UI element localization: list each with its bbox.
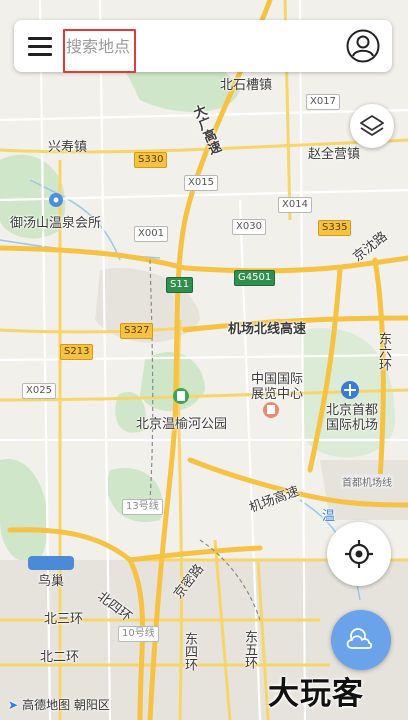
label-niaochao: 鸟巢 — [38, 574, 65, 589]
hamburger-icon — [28, 37, 52, 40]
search-bar — [14, 20, 392, 73]
layers-icon — [360, 115, 384, 136]
shield-x025: X025 — [22, 383, 56, 399]
map-logo: ➤ 高德地图 朝阳区 — [8, 696, 110, 713]
weather-cloud-icon — [346, 628, 373, 649]
stadium-shape — [28, 556, 74, 570]
shield-g4501: G4501 — [234, 270, 276, 286]
district-label: 朝阳区 — [73, 698, 110, 712]
shield-x014: X014 — [278, 197, 312, 213]
locate-button[interactable] — [327, 522, 391, 586]
layers-button[interactable] — [350, 104, 394, 148]
shield-s330: S330 — [134, 152, 168, 168]
label-expo-center: 中国国际展览中心 — [250, 372, 303, 402]
label-dongliuhuan: 东六环 — [376, 332, 391, 371]
label-airport-north-line: 机场北线高速 — [228, 322, 307, 337]
shield-s327: S327 — [120, 323, 154, 339]
label-beierhuan: 北二环 — [40, 650, 80, 665]
label-line10: 10号线 — [118, 626, 159, 642]
shield-x001: X001 — [134, 226, 168, 242]
user-icon — [346, 29, 380, 63]
label-wenyuhe-park: 北京温榆河公园 — [136, 417, 228, 432]
weather-button[interactable] — [331, 610, 391, 670]
label-yutangshan: 御汤山温泉会所 — [10, 216, 102, 231]
shield-s335: S335 — [318, 220, 352, 236]
label-dongwuhuan: 东五环 — [242, 630, 257, 669]
shield-x017: X017 — [306, 94, 340, 110]
menu-button[interactable] — [28, 34, 54, 58]
label-xingshouzhen: 兴寿镇 — [48, 140, 88, 155]
label-capital-airport: 北京首都国际机场 — [325, 403, 378, 433]
search-highlight-box — [63, 29, 136, 73]
hamburger-icon-line — [28, 53, 52, 56]
hamburger-icon-line — [28, 45, 52, 48]
label-dongsihuan: 东四环 — [182, 632, 197, 671]
shield-s213: S213 — [60, 344, 94, 360]
locate-icon — [345, 540, 373, 568]
shield-x030: X030 — [232, 219, 266, 235]
user-button[interactable] — [346, 29, 380, 63]
navigation-arrow-icon: ➤ — [8, 698, 19, 712]
shield-s11: S11 — [166, 277, 194, 293]
label-beisanhuan: 北三环 — [44, 612, 84, 627]
label-line13: 13号线 — [122, 499, 163, 515]
shield-x015: X015 — [184, 175, 218, 191]
label-airport-line: 首都机场线 — [340, 474, 394, 489]
label-beishicaozhen: 北石槽镇 — [220, 78, 273, 93]
logo-text: 高德地图 — [22, 698, 71, 712]
watermark: 大玩客 — [268, 676, 364, 712]
